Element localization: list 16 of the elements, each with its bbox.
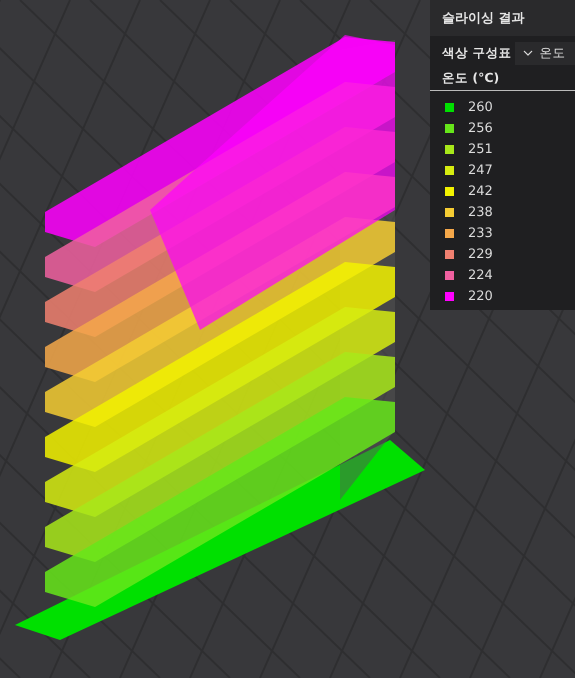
legend-value: 242 [468,184,493,199]
panel-title: 슬라이싱 결과 [430,0,575,36]
legend-value: 247 [468,163,493,178]
legend-value: 224 [468,268,493,283]
3d-viewport[interactable]: 슬라이싱 결과 색상 구성표 온도 온도 (°C) 260 256 251 247 242 238 233 229 224 220 [0,0,575,678]
legend-value: 256 [468,121,493,136]
chevron-down-icon [523,50,534,56]
legend-value: 229 [468,247,493,262]
legend-title: 온도 (°C) [430,66,575,91]
legend-value: 260 [468,100,493,115]
legend-value: 233 [468,226,493,241]
color-scheme-label: 색상 구성표 [442,44,512,62]
legend-value: 238 [468,205,493,220]
legend-value: 251 [468,142,493,157]
legend-value: 220 [468,289,493,304]
color-scheme-dropdown[interactable]: 온도 [515,42,575,64]
